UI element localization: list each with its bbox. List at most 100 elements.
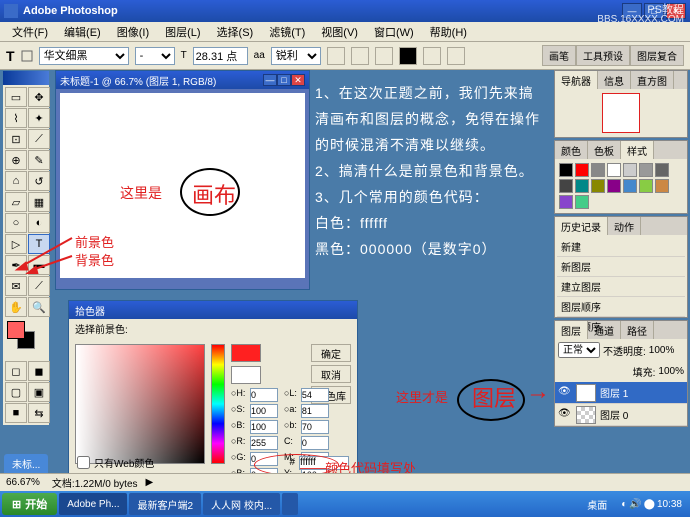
- swatch[interactable]: [575, 163, 589, 177]
- menu-edit[interactable]: 编辑(E): [56, 22, 109, 42]
- warp-text-button[interactable]: [423, 47, 441, 65]
- aa-select[interactable]: 锐利: [271, 47, 321, 65]
- swatch[interactable]: [559, 179, 573, 193]
- cp-a[interactable]: [301, 404, 329, 418]
- cp-cancel-button[interactable]: 取消: [311, 365, 351, 383]
- history-item[interactable]: 图层顺序: [557, 297, 685, 317]
- history-brush-tool[interactable]: ↺: [28, 171, 50, 191]
- tray-icon[interactable]: ⬤: [644, 499, 655, 510]
- text-color-button[interactable]: [399, 47, 417, 65]
- marquee-tool[interactable]: ▭: [5, 87, 27, 107]
- mask-mode-standard[interactable]: ◻: [5, 361, 27, 381]
- history-item[interactable]: 建立图层: [557, 277, 685, 297]
- cp-ok-button[interactable]: 确定: [311, 344, 351, 362]
- tab-actions[interactable]: 动作: [608, 217, 641, 235]
- swatch[interactable]: [559, 163, 573, 177]
- cp-hue-slider[interactable]: [211, 344, 225, 464]
- cp-webonly-check[interactable]: [77, 456, 90, 469]
- menu-window[interactable]: 窗口(W): [366, 22, 422, 42]
- cp-bb[interactable]: [301, 420, 329, 434]
- visibility-icon[interactable]: 👁: [558, 386, 572, 400]
- layer-thumbnail[interactable]: [576, 384, 596, 402]
- menu-help[interactable]: 帮助(H): [422, 22, 475, 42]
- menu-filter[interactable]: 滤镜(T): [261, 22, 313, 42]
- cp-s[interactable]: [250, 404, 278, 418]
- tab-styles[interactable]: 样式: [621, 141, 654, 159]
- brush-tool[interactable]: ✎: [28, 150, 50, 170]
- swatch[interactable]: [655, 163, 669, 177]
- notes-tool[interactable]: ✉: [5, 276, 27, 296]
- tab-histogram[interactable]: 直方图: [631, 71, 674, 89]
- swatch[interactable]: [623, 163, 637, 177]
- lasso-tool[interactable]: ⌇: [5, 108, 27, 128]
- font-style-select[interactable]: -: [135, 47, 175, 65]
- eraser-tool[interactable]: ▱: [5, 192, 27, 212]
- screen-full[interactable]: ■: [5, 403, 27, 423]
- gradient-tool[interactable]: ▦: [28, 192, 50, 212]
- task-photoshop[interactable]: Adobe Ph...: [59, 493, 127, 515]
- align-center-button[interactable]: [351, 47, 369, 65]
- menu-file[interactable]: 文件(F): [4, 22, 56, 42]
- swatch[interactable]: [575, 179, 589, 193]
- wand-tool[interactable]: ✦: [28, 108, 50, 128]
- layer-thumbnail[interactable]: [576, 406, 596, 424]
- swatch[interactable]: [591, 163, 605, 177]
- swatch[interactable]: [591, 179, 605, 193]
- tab-swatches[interactable]: 色板: [588, 141, 621, 159]
- eyedropper-tool[interactable]: ⟋: [28, 276, 50, 296]
- swatch[interactable]: [607, 163, 621, 177]
- swatch[interactable]: [639, 179, 653, 193]
- doc-close[interactable]: ✕: [291, 74, 305, 86]
- tab-history[interactable]: 历史记录: [555, 217, 608, 235]
- doc-maximize[interactable]: □: [277, 74, 291, 86]
- font-size-input[interactable]: [193, 47, 248, 65]
- cp-r[interactable]: [250, 436, 278, 450]
- stamp-tool[interactable]: ⌂: [5, 171, 27, 191]
- swatch[interactable]: [655, 179, 669, 193]
- history-item[interactable]: 新建: [557, 237, 685, 257]
- hand-tool[interactable]: ✋: [5, 297, 27, 317]
- tab-color[interactable]: 颜色: [555, 141, 588, 159]
- zoom-tool[interactable]: 🔍: [28, 297, 50, 317]
- task-unknown[interactable]: [282, 493, 298, 515]
- nav-thumbnail[interactable]: [602, 93, 640, 133]
- char-panel-button[interactable]: [447, 47, 465, 65]
- start-button[interactable]: ⊞ 开始: [2, 493, 57, 515]
- swatch[interactable]: [559, 195, 573, 209]
- layer-row[interactable]: 👁图层 0: [555, 404, 687, 426]
- visibility-icon[interactable]: 👁: [558, 408, 572, 422]
- tab-layers[interactable]: 图层: [555, 321, 588, 339]
- align-right-button[interactable]: [375, 47, 393, 65]
- cp-c[interactable]: [301, 436, 329, 450]
- tray-icon[interactable]: 🔊: [629, 499, 641, 510]
- history-item[interactable]: 新图层: [557, 257, 685, 277]
- cp-color-field[interactable]: [75, 344, 205, 464]
- task-renren[interactable]: 人人网 校内...: [203, 493, 280, 515]
- mask-mode-quick[interactable]: ◼: [28, 361, 50, 381]
- cp-h[interactable]: [250, 388, 278, 402]
- menu-image[interactable]: 图像(I): [109, 22, 157, 42]
- preset-tool[interactable]: 工具预设: [576, 45, 630, 66]
- menu-view[interactable]: 视图(V): [313, 22, 366, 42]
- tray-icon[interactable]: ◐: [621, 499, 627, 510]
- cp-b[interactable]: [250, 420, 278, 434]
- align-left-button[interactable]: [327, 47, 345, 65]
- swatch[interactable]: [639, 163, 653, 177]
- tab-channels[interactable]: 通道: [588, 321, 621, 339]
- imageready-button[interactable]: ⇆: [28, 403, 50, 423]
- layer-row[interactable]: 👁图层 1: [555, 382, 687, 404]
- menu-select[interactable]: 选择(S): [209, 22, 262, 42]
- preset-brush[interactable]: 画笔: [542, 45, 576, 66]
- doc-tab[interactable]: 未标...: [4, 454, 48, 473]
- tab-navigator[interactable]: 导航器: [555, 71, 598, 89]
- cp-l[interactable]: [301, 388, 329, 402]
- tab-paths[interactable]: 路径: [621, 321, 654, 339]
- screen-standard[interactable]: ▢: [5, 382, 27, 402]
- blend-mode-select[interactable]: 正常: [558, 342, 600, 358]
- heal-tool[interactable]: ⊕: [5, 150, 27, 170]
- slice-tool[interactable]: ⟋: [28, 129, 50, 149]
- tab-info[interactable]: 信息: [598, 71, 631, 89]
- swatch[interactable]: [575, 195, 589, 209]
- foreground-color[interactable]: [7, 321, 25, 339]
- doc-minimize[interactable]: —: [263, 74, 277, 86]
